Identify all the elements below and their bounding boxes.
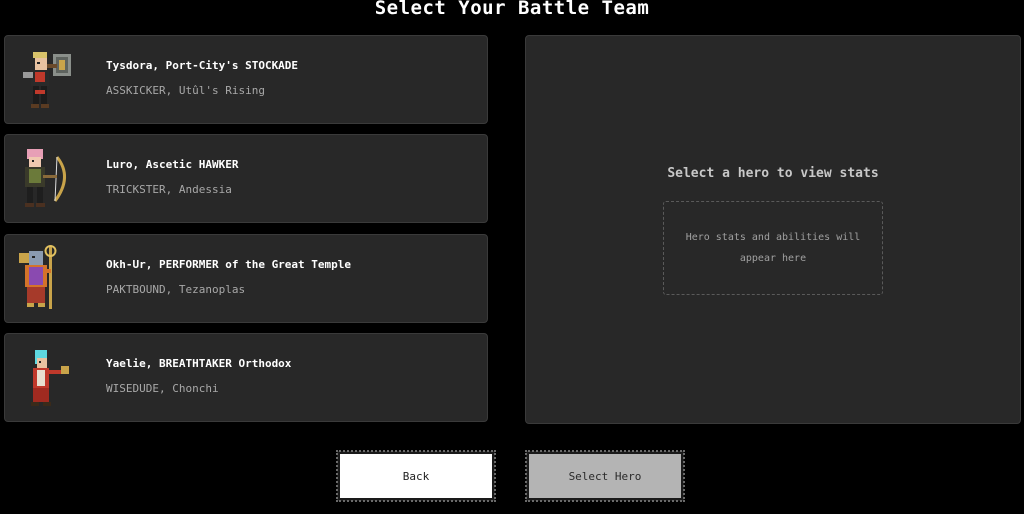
hero-name: Luro, Ascetic HAWKER <box>106 158 239 171</box>
mage-casting-sprite <box>31 350 69 406</box>
priest-with-staff-sprite <box>19 245 57 309</box>
hero-stats-panel: Select a hero to view stats Hero stats a… <box>525 35 1021 424</box>
stats-placeholder: Hero stats and abilities will appear her… <box>663 201 883 295</box>
stats-placeholder-text: Hero stats and abilities will appear her… <box>685 232 861 264</box>
archer-with-bow-sprite <box>25 149 66 207</box>
back-button[interactable]: Back <box>336 450 496 502</box>
stats-heading: Select a hero to view stats <box>667 166 879 181</box>
hero-card-tysdora[interactable]: Tysdora, Port-City's STOCKADE ASSKICKER,… <box>4 35 488 124</box>
hero-subtitle: ASSKICKER, Utûl's Rising <box>106 84 265 97</box>
hero-subtitle: WISEDUDE, Chonchi <box>106 382 219 395</box>
hero-name: Yaelie, BREATHTAKER Orthodox <box>106 357 292 370</box>
hero-name: Tysdora, Port-City's STOCKADE <box>106 59 299 72</box>
hero-name: Okh-Ur, PERFORMER of the Great Temple <box>106 258 352 271</box>
hero-subtitle: TRICKSTER, Andessia <box>106 183 232 196</box>
hero-card-okh-ur[interactable]: Okh-Ur, PERFORMER of the Great Temple PA… <box>4 234 488 323</box>
warrior-with-hammer-sprite <box>23 52 71 108</box>
select-hero-button[interactable]: Select Hero <box>525 450 685 502</box>
page-title: Select Your Battle Team <box>374 0 650 19</box>
hero-subtitle: PAKTBOUND, Tezanoplas <box>106 283 246 296</box>
hero-card-luro[interactable]: Luro, Ascetic HAWKER TRICKSTER, Andessia <box>4 134 488 223</box>
hero-card-yaelie[interactable]: Yaelie, BREATHTAKER Orthodox WISEDUDE, C… <box>4 333 488 422</box>
